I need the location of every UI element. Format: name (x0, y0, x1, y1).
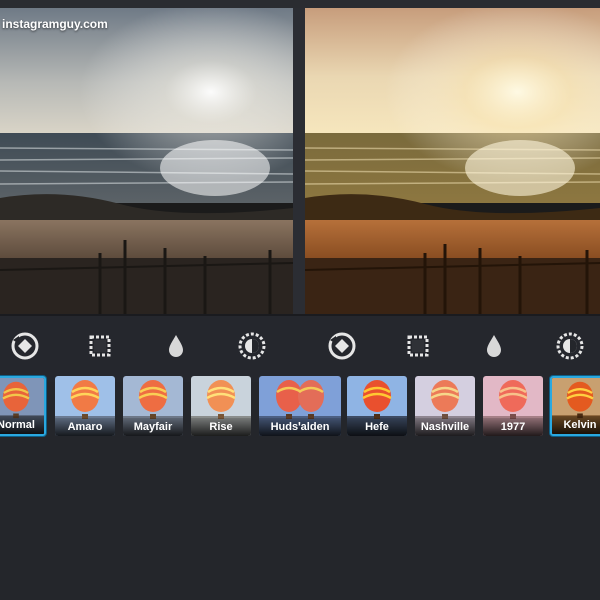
filter-nashville[interactable]: Nashville (415, 376, 475, 436)
filter-amaro[interactable]: Amaro (55, 376, 115, 436)
watermark-text: instagramguy.com (2, 17, 108, 31)
filter-label: Hefe (347, 418, 407, 436)
pane-divider (293, 8, 305, 314)
filter-kelvin[interactable]: Kelvin (550, 376, 600, 436)
filter-label: Kelvin (552, 416, 600, 434)
filter-label: Normal (0, 416, 44, 434)
filter-label: Nashville (415, 418, 475, 436)
photo-preview-original: instagramguy.com (0, 8, 293, 314)
filter-label: Mayfair (123, 418, 183, 436)
filter-label: Rise (191, 418, 251, 436)
filter-hefe[interactable]: Hefe (347, 376, 407, 436)
frame-icon[interactable] (84, 330, 116, 362)
top-strip (0, 0, 600, 8)
frame-icon[interactable] (402, 330, 434, 362)
filter-rise[interactable]: Rise (191, 376, 251, 436)
filter-label: 1977 (483, 418, 543, 436)
empty-bottom-area (0, 446, 600, 600)
lux-brightness-icon[interactable] (236, 330, 268, 362)
lux-brightness-icon[interactable] (554, 330, 586, 362)
photo-preview-filtered (305, 8, 600, 314)
filter-hudson-valencia[interactable]: Hudsꞌalden (259, 376, 341, 436)
tilt-shift-drop-icon[interactable] (478, 330, 510, 362)
filter-label: Hudsꞌalden (259, 418, 341, 436)
beach-sunset-filtered-image (305, 8, 600, 314)
rotate-icon[interactable] (9, 330, 41, 362)
filter-1977[interactable]: 1977 (483, 376, 543, 436)
filter-mayfair[interactable]: Mayfair (123, 376, 183, 436)
filter-normal[interactable]: Normal (0, 376, 46, 436)
beach-sunset-image (0, 8, 293, 314)
filter-label: Amaro (55, 418, 115, 436)
rotate-icon[interactable] (326, 330, 358, 362)
tilt-shift-drop-icon[interactable] (160, 330, 192, 362)
